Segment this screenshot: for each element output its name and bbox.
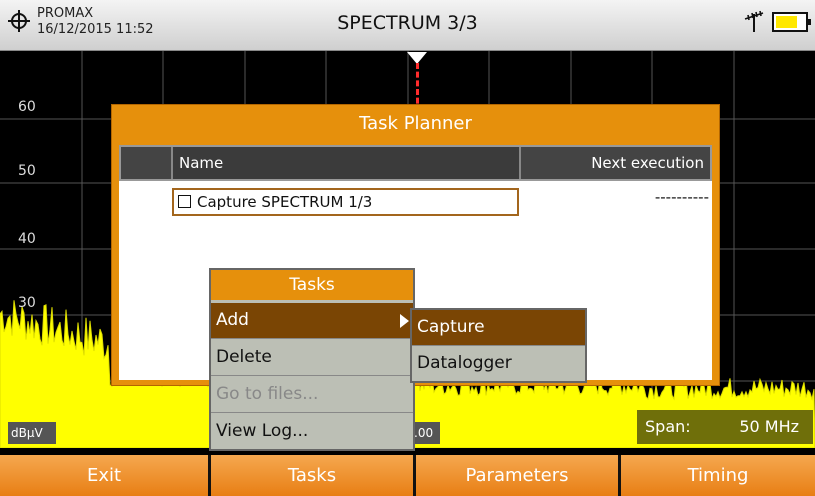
menu-item-label: Add (216, 310, 249, 330)
menu-item-label: Capture (417, 317, 485, 337)
menu-item-view-log[interactable]: View Log... (211, 414, 413, 450)
softkey-bar: Exit Tasks Parameters Timing (0, 455, 815, 496)
parameters-button[interactable]: Parameters (416, 455, 621, 496)
table-row[interactable]: Capture SPECTRUM 1/3 (172, 188, 519, 216)
menu-title: Tasks (211, 270, 413, 300)
menu-item-label: View Log... (216, 421, 309, 441)
task-next-execution: ---------- (654, 188, 709, 206)
column-header-name[interactable]: Name (173, 147, 521, 179)
menu-item-label: Go to files... (216, 384, 319, 404)
submenu-item-datalogger[interactable]: Datalogger (412, 346, 585, 382)
page-title: SPECTRUM 3/3 (337, 12, 478, 34)
menu-item-label: Delete (216, 347, 272, 367)
status-bar: PROMAX 16/12/2015 11:52 SPECTRUM 3/3 (0, 0, 815, 51)
task-name: Capture SPECTRUM 1/3 (197, 193, 373, 211)
add-submenu: Capture Datalogger (410, 308, 587, 383)
span-value: 50 MHz (739, 417, 799, 436)
span-readout: Span: 50 MHz (637, 410, 813, 444)
menu-item-go-to-files: Go to files... (211, 377, 413, 413)
column-header-next-execution[interactable]: Next execution (523, 147, 710, 179)
menu-item-label: Datalogger (417, 353, 512, 373)
dialog-title: Task Planner (359, 113, 472, 134)
y-tick-label: 40 (18, 231, 36, 247)
antenna-icon (744, 10, 764, 32)
column-header-select (121, 147, 173, 179)
y-tick-label: 50 (18, 163, 36, 179)
tasks-menu: Tasks Add Delete Go to files... View Log… (209, 268, 415, 451)
tasks-button[interactable]: Tasks (211, 455, 416, 496)
y-tick-label: 30 (18, 295, 36, 311)
unit-label: dBµV (8, 422, 56, 444)
checkbox-icon[interactable] (178, 195, 191, 208)
span-label: Span: (645, 417, 691, 436)
table-header: Name Next execution (119, 145, 712, 181)
submenu-item-capture[interactable]: Capture (412, 310, 585, 346)
exit-button[interactable]: Exit (0, 455, 211, 496)
menu-item-add[interactable]: Add (211, 303, 413, 339)
frequency-readout: .00 (414, 422, 440, 444)
submenu-arrow-icon (400, 314, 409, 328)
y-tick-label: 60 (18, 99, 36, 115)
menu-item-delete[interactable]: Delete (211, 340, 413, 376)
battery-icon (772, 12, 811, 32)
timing-button[interactable]: Timing (621, 455, 815, 496)
